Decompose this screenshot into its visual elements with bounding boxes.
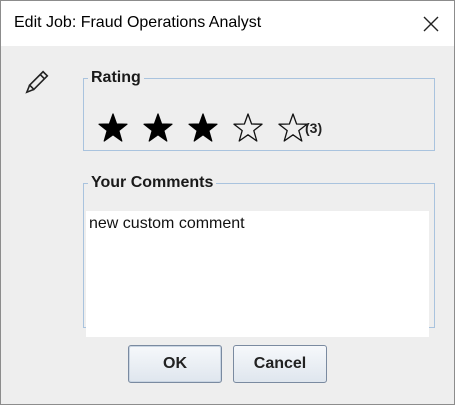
- window-title: Edit Job: Fraud Operations Analyst: [14, 14, 262, 31]
- comments-label: Your Comments: [91, 174, 214, 191]
- star-4-icon[interactable]: [232, 112, 264, 144]
- star-3-icon[interactable]: [187, 112, 219, 144]
- rating-group: Rating (3): [83, 70, 435, 151]
- star-2-icon[interactable]: [142, 112, 174, 144]
- ok-button[interactable]: OK: [128, 345, 222, 383]
- star-1-icon[interactable]: [97, 112, 129, 144]
- cancel-button[interactable]: Cancel: [233, 345, 327, 383]
- edit-job-dialog: Edit Job: Fraud Operations Analyst Ratin…: [0, 0, 455, 405]
- title-bar: Edit Job: Fraud Operations Analyst: [1, 1, 454, 46]
- close-icon: [423, 16, 439, 31]
- rating-count: (3): [305, 120, 323, 136]
- comments-textarea[interactable]: new custom comment: [86, 211, 429, 337]
- comments-group: Your Comments new custom comment: [83, 174, 435, 337]
- star-rating[interactable]: (3): [97, 112, 322, 144]
- pencil-icon: [25, 70, 49, 94]
- rating-label: Rating: [91, 69, 141, 86]
- close-button[interactable]: [408, 1, 454, 46]
